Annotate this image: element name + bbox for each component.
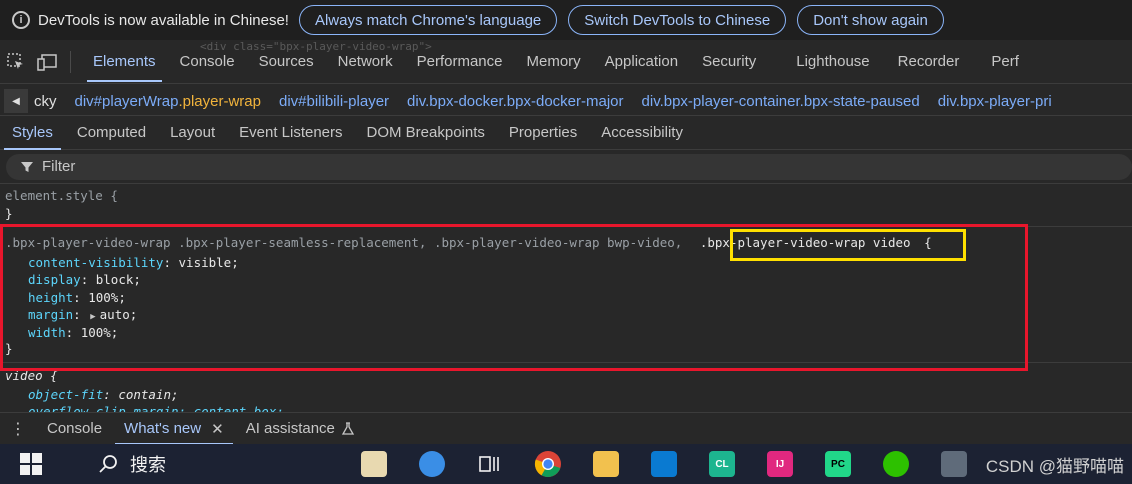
tab-performance-insights[interactable]: Perf bbox=[979, 40, 1031, 83]
tab-layout[interactable]: Layout bbox=[158, 116, 227, 150]
breadcrumb-item[interactable]: div.bpx-player-pri bbox=[938, 93, 1052, 110]
element-style-selector: element.style { bbox=[5, 188, 118, 203]
breadcrumb-item[interactable]: div.bpx-docker.bpx-docker-major bbox=[407, 93, 623, 110]
calculator-icon[interactable] bbox=[932, 444, 976, 484]
tab-dom-breakpoints[interactable]: DOM Breakpoints bbox=[355, 116, 497, 150]
main-tab-bar: Elements Console Sources Network Perform… bbox=[0, 40, 1132, 84]
windows-start-icon[interactable] bbox=[20, 453, 42, 475]
taskbar-search-label: 搜索 bbox=[130, 455, 166, 475]
tab-computed[interactable]: Computed bbox=[65, 116, 158, 150]
breadcrumb-item[interactable]: div.bpx-player-container.bpx-state-pause… bbox=[642, 93, 920, 110]
clion-icon[interactable]: CL bbox=[700, 444, 744, 484]
filter-box[interactable] bbox=[6, 153, 1132, 180]
file-explorer-icon[interactable] bbox=[584, 444, 628, 484]
breadcrumb-scroll-left-icon[interactable]: ◀ bbox=[4, 89, 28, 113]
styles-filter-bar bbox=[0, 150, 1132, 184]
match-language-button[interactable]: Always match Chrome's language bbox=[298, 5, 558, 35]
tab-recorder[interactable]: Recorder bbox=[886, 40, 972, 83]
filter-input[interactable] bbox=[42, 158, 442, 175]
tab-lighthouse[interactable]: Lighthouse bbox=[784, 40, 881, 83]
breadcrumb-item[interactable]: cky bbox=[34, 93, 57, 110]
tab-security[interactable]: Security bbox=[690, 40, 768, 83]
dom-breadcrumb: ◀ cky div#playerWrap.player-wrap div#bil… bbox=[0, 87, 1132, 116]
tab-memory[interactable]: Memory bbox=[515, 40, 593, 83]
declaration[interactable]: object-fit: contain; bbox=[28, 387, 179, 402]
qq-penguin-icon[interactable] bbox=[410, 444, 454, 484]
drawer-tab-whats-new[interactable]: What's new ✕ bbox=[113, 413, 235, 445]
tab-event-listeners[interactable]: Event Listeners bbox=[227, 116, 354, 150]
more-tools-icon[interactable]: ⋮ bbox=[0, 419, 36, 439]
breadcrumb-item[interactable]: div#bilibili-player bbox=[279, 93, 389, 110]
filter-icon bbox=[21, 161, 33, 172]
switch-to-chinese-button[interactable]: Switch DevTools to Chinese bbox=[568, 5, 787, 35]
notes-app-icon[interactable] bbox=[352, 444, 396, 484]
pycharm-icon[interactable]: PC bbox=[816, 444, 860, 484]
wechat-icon[interactable] bbox=[874, 444, 918, 484]
dont-show-again-button[interactable]: Don't show again bbox=[797, 5, 944, 35]
inspect-element-icon[interactable] bbox=[0, 40, 32, 83]
yellow-highlight-box bbox=[730, 229, 966, 261]
language-infobar: i DevTools is now available in Chinese! … bbox=[0, 0, 1132, 40]
breadcrumb-item[interactable]: div#playerWrap.player-wrap bbox=[75, 93, 261, 110]
tab-accessibility[interactable]: Accessibility bbox=[589, 116, 695, 150]
tab-elements[interactable]: Elements bbox=[81, 40, 168, 83]
element-style-close: } bbox=[5, 206, 13, 221]
drawer-tab-bar: ⋮ Console What's new ✕ AI assistance bbox=[0, 412, 1132, 445]
close-icon[interactable]: ✕ bbox=[211, 420, 224, 438]
tab-application[interactable]: Application bbox=[593, 40, 690, 83]
csdn-watermark: CSDN @猫野喵喵 bbox=[985, 457, 1124, 476]
tab-properties[interactable]: Properties bbox=[497, 116, 589, 150]
sidebar-pane-tabs: Styles Computed Layout Event Listeners D… bbox=[0, 116, 1132, 150]
intellij-icon[interactable]: IJ bbox=[758, 444, 802, 484]
flask-icon bbox=[341, 421, 355, 435]
scrolled-dom-ghost: <div class="bpx-player-video-wrap"> bbox=[200, 40, 432, 53]
task-view-icon[interactable] bbox=[468, 444, 512, 484]
vscode-icon[interactable] bbox=[642, 444, 686, 484]
toolbar-divider bbox=[70, 50, 71, 73]
declaration-cut: overflow-clip-margin: content-box; bbox=[28, 404, 284, 412]
search-icon bbox=[99, 455, 117, 473]
drawer-tab-console[interactable]: Console bbox=[36, 413, 113, 445]
info-icon: i bbox=[12, 11, 30, 29]
tab-styles[interactable]: Styles bbox=[0, 116, 65, 150]
windows-taskbar: 搜索 CL IJ PC bbox=[0, 444, 1132, 484]
drawer-tab-ai-assistance[interactable]: AI assistance bbox=[235, 413, 366, 445]
infobar-message: DevTools is now available in Chinese! bbox=[38, 11, 289, 29]
device-toolbar-icon[interactable] bbox=[32, 40, 64, 83]
chrome-icon[interactable] bbox=[526, 444, 570, 484]
